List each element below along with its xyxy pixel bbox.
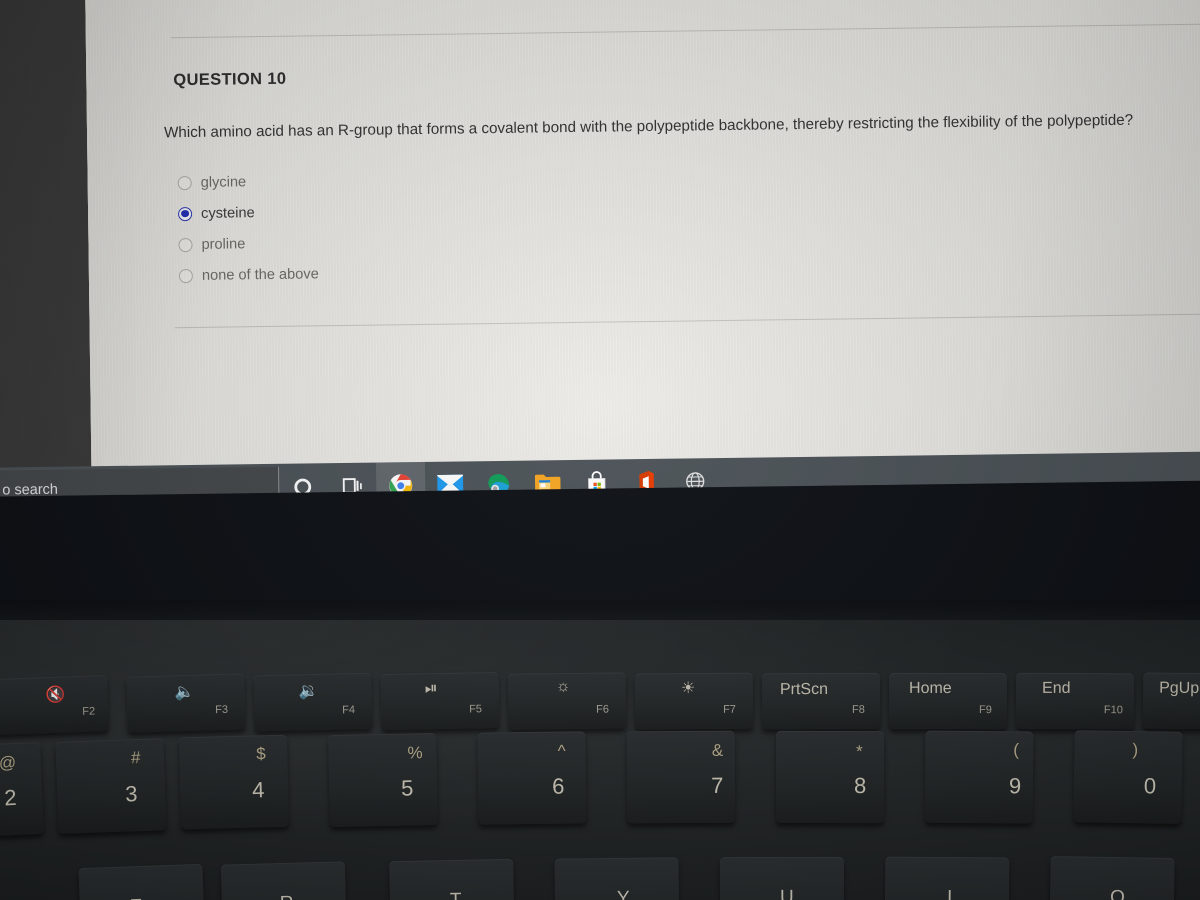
web-page: …handed (L) and right-handed (D) amino a… [0, 0, 1200, 522]
answer-option-label: none of the above [201, 265, 319, 284]
question-number-heading: QUESTION 10 [173, 69, 287, 90]
key-9[interactable]: ( 9 [924, 730, 1034, 824]
key-3[interactable]: # 3 [55, 738, 167, 834]
key-fn-label: F9 [978, 704, 992, 717]
mute-speaker-icon: 🔇 [45, 686, 66, 705]
key-O[interactable]: O [1049, 856, 1175, 900]
key-letter: Y [616, 887, 630, 900]
answer-options-list: glycine cysteine proline none of the abo… [177, 165, 319, 291]
key-symbol: @ [0, 752, 17, 773]
key-digit: 2 [3, 784, 18, 811]
key-letter: R [280, 893, 294, 900]
volume-up-icon: 🔉 [298, 682, 319, 701]
key-F5[interactable]: ⏯ F5 [380, 671, 500, 731]
key-prtscn-label: PrtScn [779, 680, 829, 699]
quiz-content-inner: …handed (L) and right-handed (D) amino a… [129, 0, 1200, 496]
key-F4[interactable]: 🔉 F4 [253, 672, 373, 732]
answer-option-none-of-the-above[interactable]: none of the above [178, 258, 319, 291]
quiz-content-pane: …handed (L) and right-handed (D) amino a… [84, 0, 1200, 497]
key-symbol: ) [1132, 740, 1139, 760]
laptop-keyboard-deck: 🔇 F2 🔈 F3 🔉 F4 ⏯ F5 ☼ F6 ☀ F7 PrtScn F8 … [0, 620, 1200, 900]
key-symbol: * [856, 742, 863, 762]
key-digit: 3 [124, 781, 138, 807]
key-0[interactable]: ) 0 [1073, 730, 1183, 824]
key-T[interactable]: T [389, 858, 515, 900]
key-digit: 7 [710, 772, 724, 798]
key-6[interactable]: ^ 6 [477, 731, 587, 825]
key-7[interactable]: & 7 [626, 730, 736, 824]
key-8[interactable]: * 8 [775, 730, 885, 824]
radio-glycine[interactable] [177, 175, 192, 190]
answer-option-label: proline [201, 235, 246, 253]
key-PgUp[interactable]: PgUp [1142, 672, 1200, 730]
key-symbol: $ [256, 744, 266, 764]
brightness-down-icon: ☼ [555, 677, 571, 696]
key-fn-label: F10 [1103, 704, 1123, 717]
key-digit: 5 [400, 775, 414, 801]
key-letter: E [129, 896, 142, 900]
page-left-sidebar [0, 0, 92, 498]
key-symbol: % [407, 743, 423, 763]
key-fn-label: F5 [469, 703, 483, 716]
radio-none-of-the-above[interactable] [178, 268, 194, 283]
key-symbol: & [711, 740, 724, 760]
key-F6[interactable]: ☼ F6 [507, 672, 627, 730]
key-symbol: ( [1013, 740, 1019, 760]
answer-option-proline[interactable]: proline [178, 227, 318, 260]
divider-bottom [174, 313, 1200, 329]
laptop-screen: …handed (L) and right-handed (D) amino a… [0, 0, 1200, 522]
radio-cysteine-selected[interactable] [178, 206, 193, 221]
key-letter: U [779, 886, 794, 900]
key-fn-label: F2 [82, 705, 96, 718]
key-symbol: ^ [557, 741, 566, 761]
key-fn-label: F3 [215, 703, 229, 717]
key-digit: 4 [251, 777, 265, 803]
key-fn-label: F6 [596, 703, 610, 716]
laptop-photo: …handed (L) and right-handed (D) amino a… [0, 0, 1200, 900]
key-digit: 8 [853, 773, 867, 799]
key-F10[interactable]: End F10 [1015, 672, 1135, 730]
key-5[interactable]: % 5 [328, 732, 438, 828]
key-4[interactable]: $ 4 [178, 734, 290, 830]
key-2[interactable]: @ 2 [0, 741, 44, 839]
key-letter: I [946, 887, 953, 900]
answer-option-label: glycine [200, 173, 247, 191]
radio-proline[interactable] [178, 237, 193, 252]
key-symbol: # [130, 747, 141, 768]
answer-option-glycine[interactable]: glycine [177, 165, 317, 198]
key-fn-label: F8 [852, 703, 865, 716]
key-fn-label: F4 [342, 704, 356, 717]
key-digit: 6 [551, 773, 565, 799]
key-Y[interactable]: Y [554, 857, 680, 900]
key-F9[interactable]: Home F9 [888, 672, 1008, 730]
answer-option-label: cysteine [200, 204, 255, 222]
key-R[interactable]: R [220, 861, 348, 900]
key-end-label: End [1042, 679, 1071, 697]
key-digit: 0 [1143, 773, 1157, 799]
key-F2[interactable]: 🔇 F2 [0, 674, 109, 736]
key-home-label: Home [909, 679, 952, 698]
divider-top [170, 23, 1200, 39]
key-pgup-label: PgUp [1159, 679, 1200, 697]
key-E[interactable]: E [78, 863, 206, 900]
key-U[interactable]: U [719, 856, 845, 900]
key-F3[interactable]: 🔈 F3 [126, 673, 246, 733]
answer-option-cysteine[interactable]: cysteine [178, 196, 318, 229]
play-pause-icon: ⏯ [424, 680, 438, 698]
key-I[interactable]: I [884, 856, 1010, 900]
key-F7[interactable]: ☀ F7 [634, 672, 754, 730]
key-digit: 9 [1008, 773, 1022, 799]
key-fn-label: F7 [723, 703, 736, 716]
key-letter: O [1109, 886, 1126, 900]
key-F8[interactable]: PrtScn F8 [761, 672, 881, 730]
volume-down-icon: 🔈 [174, 683, 195, 702]
question-text: Which amino acid has an R-group that for… [163, 111, 1134, 142]
key-letter: T [450, 890, 462, 900]
brightness-up-icon: ☀ [680, 679, 696, 698]
